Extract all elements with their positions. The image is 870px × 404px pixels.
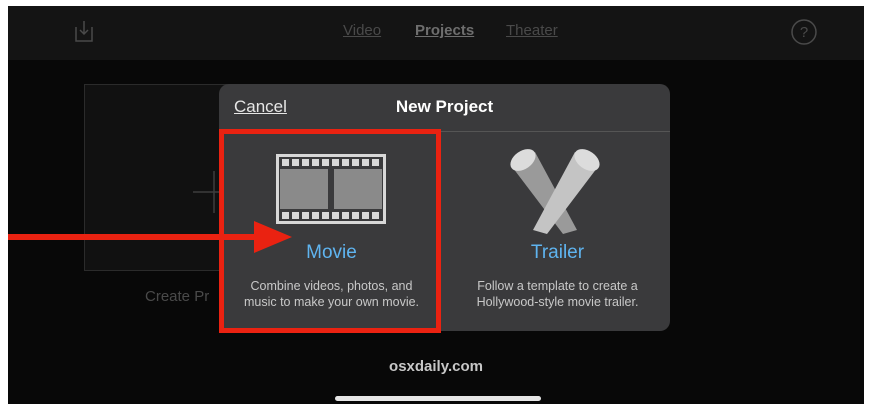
create-project-label: Create Pr bbox=[145, 288, 210, 305]
home-indicator[interactable] bbox=[335, 396, 541, 401]
spotlights-icon bbox=[510, 149, 600, 234]
dialog-title: New Project bbox=[395, 97, 494, 116]
trailer-option[interactable]: Trailer Follow a template to create a Ho… bbox=[445, 134, 670, 331]
tab-theater[interactable]: Theater bbox=[506, 22, 558, 39]
top-bar: Video Projects Theater ? bbox=[8, 6, 864, 60]
tab-video[interactable]: Video bbox=[343, 22, 381, 39]
import-icon[interactable] bbox=[71, 18, 97, 44]
red-arrow bbox=[8, 221, 292, 253]
trailer-option-title: Trailer bbox=[530, 242, 585, 263]
tab-projects[interactable]: Projects bbox=[415, 22, 474, 39]
help-icon[interactable]: ? bbox=[790, 18, 818, 46]
svg-text:?: ? bbox=[800, 24, 808, 41]
app-screen: Video Projects Theater ? Create Pr Cance… bbox=[8, 6, 864, 404]
dialog-header: Cancel New Project bbox=[219, 84, 670, 132]
trailer-option-description: Follow a template to create a Hollywood-… bbox=[476, 279, 639, 309]
watermark: osxdaily.com bbox=[389, 358, 483, 375]
